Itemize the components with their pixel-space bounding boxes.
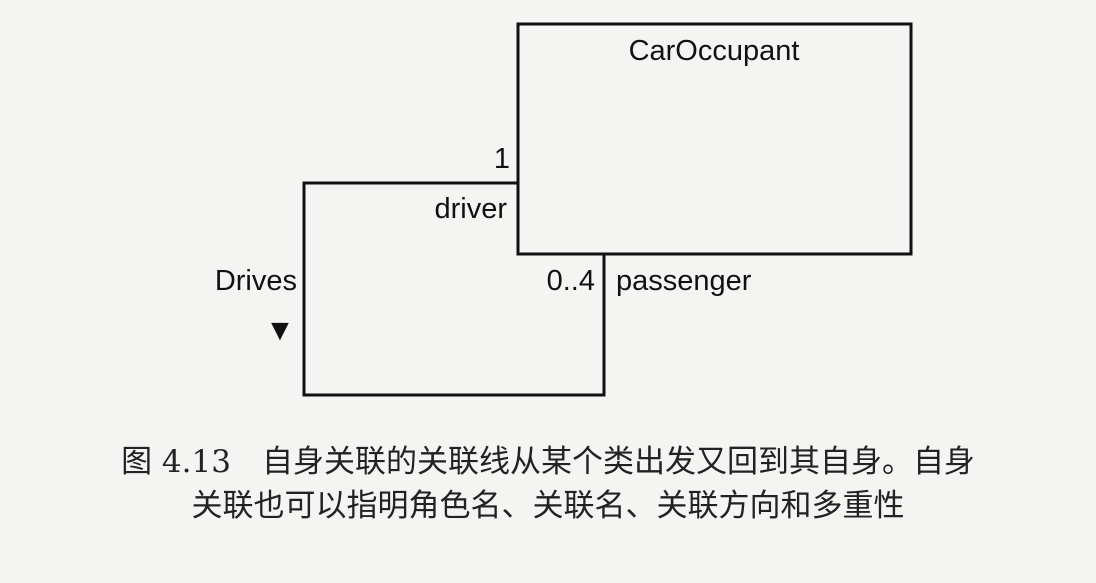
uml-self-association-diagram: CarOccupant 1 driver Drives ▼ 0..4 passe… (215, 22, 913, 397)
driver-role-name: driver (434, 193, 507, 225)
direction-triangle-icon: ▼ (265, 314, 295, 347)
caption-line-2: 关联也可以指明角色名、关联名、关联方向和多重性 (191, 488, 905, 524)
class-name: CarOccupant (629, 35, 800, 67)
passenger-role-name: passenger (616, 265, 752, 297)
driver-multiplicity: 1 (494, 143, 510, 175)
figure-caption: 图 4.13 自身关联的关联线从某个类出发又回到其自身。自身 关联也可以指明角色… (0, 440, 1096, 528)
passenger-multiplicity: 0..4 (547, 265, 595, 297)
association-name: Drives (215, 265, 297, 297)
caption-line-1: 图 4.13 自身关联的关联线从某个类出发又回到其自身。自身 (121, 444, 975, 480)
